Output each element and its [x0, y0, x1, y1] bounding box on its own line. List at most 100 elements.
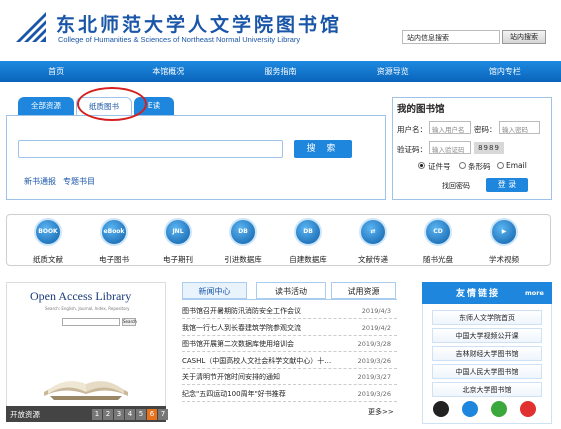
news-item[interactable]: CASHL（中国高校人文社会科学文献中心）十… 2019/3/26 — [182, 353, 397, 369]
captcha-input[interactable]: 输入验证码 — [429, 141, 471, 154]
tab-news-center[interactable]: 新闻中心 — [182, 282, 247, 299]
quick-link-label[interactable]: 引进数据库 — [213, 254, 273, 265]
quick-link-glyph: eBook — [103, 228, 125, 235]
news-title[interactable]: CASHL（中国高校人文社会科学文献中心）十… — [182, 356, 352, 366]
news-date: 2019/3/26 — [357, 356, 391, 365]
book-stack-icon[interactable]: BOOK — [34, 218, 62, 246]
radio-id-number[interactable] — [418, 162, 425, 169]
open-access-search-input[interactable] — [62, 318, 120, 326]
quick-link-label[interactable]: 学术视频 — [474, 254, 534, 265]
forgot-password-link[interactable]: 找回密码 — [442, 181, 470, 191]
nav-services[interactable]: 服务指南 — [224, 61, 336, 82]
quick-link-label[interactable]: 自建数据库 — [278, 254, 338, 265]
news-date: 2019/4/2 — [361, 323, 391, 332]
quick-link-label[interactable]: 电子图书 — [84, 254, 144, 265]
carousel-page-6[interactable]: 6 — [147, 409, 157, 420]
search-button[interactable]: 搜 索 — [294, 140, 352, 158]
nav-home[interactable]: 首页 — [0, 61, 112, 82]
nav-about[interactable]: 本馆概况 — [112, 61, 224, 82]
quick-link-glyph: CD — [433, 228, 443, 235]
new-books-link[interactable]: 新书通报 — [24, 176, 56, 187]
news-title[interactable]: 图书馆召开暑期防汛消防安全工作会议 — [182, 306, 352, 316]
carousel-page-7[interactable]: 7 — [158, 409, 168, 420]
server-icon[interactable]: DB — [294, 218, 322, 246]
highlight-circle — [77, 87, 147, 121]
carousel-page-4[interactable]: 4 — [125, 409, 135, 420]
news-date: 2019/3/28 — [357, 340, 391, 349]
site-subtitle: College of Humanities & Sciences of Nort… — [58, 35, 301, 44]
login-button[interactable]: 登 录 — [486, 178, 528, 192]
open-access-label: 开放资源 — [10, 410, 40, 419]
radio-email-label: Email — [506, 161, 527, 170]
quick-link-glyph: JNL — [172, 228, 184, 235]
open-book-image — [44, 381, 128, 400]
transfer-icon[interactable]: ⇄ — [359, 218, 387, 246]
friend-links-more[interactable]: more — [525, 289, 544, 297]
database-icon[interactable]: DB — [229, 218, 257, 246]
quick-link-label[interactable]: 文献传递 — [343, 254, 403, 265]
friend-link[interactable]: 吉林财经大学图书馆 — [432, 346, 542, 361]
news-item[interactable]: 图书馆召开暑期防汛消防安全工作会议 2019/4/3 — [182, 303, 397, 319]
quick-link-glyph: BOOK — [38, 228, 58, 235]
topic-list-link[interactable]: 专题书目 — [63, 176, 95, 187]
captcha-image[interactable]: 8989 — [474, 142, 504, 154]
password-label: 密码： — [474, 125, 497, 134]
journal-icon[interactable]: JNL — [164, 218, 192, 246]
tab-all-resources[interactable]: 全部资源 — [18, 97, 74, 115]
wechat-icon[interactable] — [491, 401, 507, 417]
news-date: 2019/4/3 — [361, 307, 391, 315]
news-item[interactable]: 我馆一行七人到长春建筑学院参观交流 2019/4/2 — [182, 320, 397, 336]
username-label: 用户名： — [397, 125, 427, 134]
ebook-icon[interactable]: eBook — [100, 218, 128, 246]
open-access-search-button[interactable]: Search — [122, 318, 137, 326]
news-item[interactable]: 纪念"五四运动100周年"好书推荐 2019/3/26 — [182, 386, 397, 402]
radio-email[interactable] — [497, 162, 504, 169]
weibo-icon[interactable] — [520, 401, 536, 417]
carousel-page-1[interactable]: 1 — [92, 409, 102, 420]
radio-barcode-label: 条形码 — [468, 162, 491, 171]
main-nav: 首页 本馆概况 服务指南 资源导览 馆内专栏 — [0, 61, 561, 82]
open-access-title: Open Access Library — [30, 289, 132, 303]
friend-link[interactable]: 中国大学视频公开课 — [432, 328, 542, 343]
news-item[interactable]: 关于清明节开馆时间安排的通知 2019/3/27 — [182, 369, 397, 386]
quick-link-glyph: DB — [238, 228, 248, 235]
carousel-page-2[interactable]: 2 — [103, 409, 113, 420]
password-input[interactable]: 输入密码 — [499, 121, 540, 134]
quick-link-label[interactable]: 随书光盘 — [408, 254, 468, 265]
site-title: 东北师范大学人文学院图书馆 — [56, 14, 343, 36]
news-divider — [182, 299, 397, 300]
radio-barcode[interactable] — [459, 162, 466, 169]
username-input[interactable]: 输入用户名 — [429, 121, 471, 134]
news-more-link[interactable]: 更多>> — [368, 407, 394, 417]
nav-columns[interactable]: 馆内专栏 — [449, 61, 561, 82]
friend-link[interactable]: 中国人民大学图书馆 — [432, 364, 542, 379]
quick-link-label[interactable]: 纸质文献 — [18, 254, 78, 265]
video-icon[interactable]: ▶ — [490, 218, 518, 246]
search-input[interactable] — [18, 140, 283, 158]
site-search-input[interactable]: 站内信息搜索 — [402, 30, 500, 44]
quick-link-label[interactable]: 电子期刊 — [148, 254, 208, 265]
qq-icon[interactable] — [433, 401, 449, 417]
news-title[interactable]: 关于清明节开馆时间安排的通知 — [182, 372, 352, 382]
tab-trial-resources[interactable]: 试用资源 — [331, 282, 396, 299]
news-date: 2019/3/27 — [357, 373, 391, 382]
news-title[interactable]: 我馆一行七人到长春建筑学院参观交流 — [182, 323, 352, 333]
quick-link-glyph: ▶ — [501, 228, 507, 235]
tab-reading-activities[interactable]: 读书活动 — [256, 282, 326, 299]
news-date: 2019/3/26 — [357, 390, 391, 398]
phone-icon[interactable] — [462, 401, 478, 417]
news-title[interactable]: 纪念"五四运动100周年"好书推荐 — [182, 389, 352, 399]
news-title[interactable]: 图书馆开展第二次数据库使用培训会 — [182, 339, 352, 349]
nav-resources[interactable]: 资源导览 — [337, 61, 449, 82]
disc-icon[interactable]: CD — [424, 218, 452, 246]
quick-link-glyph: ⇄ — [370, 228, 376, 235]
friend-link[interactable]: 北京大学图书馆 — [432, 382, 542, 397]
friend-links-title: 友情链接 — [456, 289, 501, 299]
news-item[interactable]: 图书馆开展第二次数据库使用培训会 2019/3/28 — [182, 336, 397, 353]
friend-link[interactable]: 东师人文学院首页 — [432, 310, 542, 325]
carousel-page-5[interactable]: 5 — [136, 409, 146, 420]
carousel-page-3[interactable]: 3 — [114, 409, 124, 420]
site-search-button[interactable]: 站内搜索 — [502, 30, 546, 44]
quick-link-glyph: DB — [303, 228, 313, 235]
open-access-subtitle: Search: English, Journal, Index, Reposit… — [45, 306, 130, 311]
